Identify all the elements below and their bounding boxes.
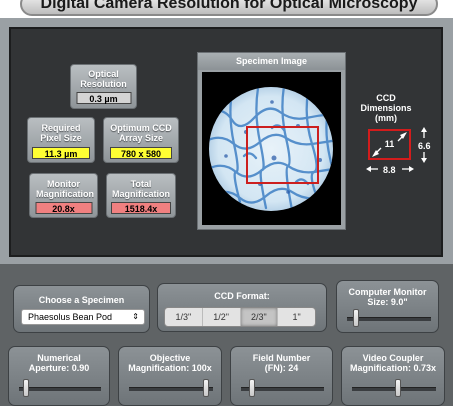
total-magnification-box: Total Magnification 1518.4x	[106, 173, 176, 218]
ccd-format-segmented-control: 1/3" 1/2" 2/3" 1"	[164, 307, 316, 327]
specimen-image-title: Specimen Image	[198, 53, 345, 70]
monitor-magnification-box: Monitor Magnification 20.8x	[29, 173, 98, 218]
ccd-diagonal-arrow-icon	[372, 132, 407, 157]
specimen-micrograph	[209, 87, 333, 211]
ccd-width-value: 8.8	[383, 165, 396, 175]
monitor-size-box: Computer Monitor Size: 9.0"	[336, 280, 439, 333]
optical-resolution-box: Optical Resolution 0.3 µm	[70, 64, 137, 109]
monitor-size-label: Computer Monitor Size: 9.0"	[348, 287, 427, 307]
app-title: Digital Camera Resolution for Optical Mi…	[20, 0, 438, 16]
monitor-magnification-label: Monitor Magnification	[36, 179, 94, 199]
monitor-size-track[interactable]	[347, 317, 431, 321]
video-coupler-box: Video Coupler Magnification: 0.73x	[341, 346, 445, 406]
specimen-dropdown-value: Phaesolus Bean Pod	[28, 312, 113, 322]
optical-resolution-label: Optical Resolution	[80, 69, 127, 89]
specimen-image-panel: Specimen Image	[197, 52, 346, 230]
ccd-format-box: CCD Format: 1/3" 1/2" 2/3" 1"	[157, 283, 327, 332]
required-pixel-size-value: 11.3 µm	[32, 147, 90, 159]
numerical-aperture-track[interactable]	[19, 387, 101, 391]
field-number-box: Field Number (FN): 24	[230, 346, 333, 406]
title-strip: Digital Camera Resolution for Optical Mi…	[0, 0, 453, 18]
objective-magnification-track[interactable]	[129, 387, 213, 391]
monitor-size-slider-thumb[interactable]	[353, 309, 360, 327]
objective-magnification-box: Objective Magnification: 100x	[118, 346, 222, 406]
field-number-slider-thumb[interactable]	[248, 379, 255, 397]
objective-magnification-label: Objective Magnification: 100x	[128, 353, 212, 373]
ccd-format-option-2-3[interactable]: 2/3"	[240, 308, 279, 326]
required-pixel-size-label: Required Pixel Size	[40, 123, 82, 143]
total-magnification-value: 1518.4x	[111, 202, 171, 214]
ccd-dimensions-label: CCD Dimensions (mm)	[360, 93, 412, 123]
field-number-label: Field Number (FN): 24	[252, 353, 311, 373]
specimen-viewport	[202, 72, 341, 225]
optimum-ccd-array-box: Optimum CCD Array Size 780 x 580	[103, 117, 179, 163]
numerical-aperture-slider-thumb[interactable]	[22, 379, 29, 397]
updown-arrows-icon: ⇕	[132, 312, 139, 321]
specimen-selector-box: Choose a Specimen Phaesolus Bean Pod ⇕	[13, 285, 150, 333]
specimen-dropdown[interactable]: Phaesolus Bean Pod ⇕	[21, 309, 145, 325]
optimum-ccd-array-value: 780 x 580	[110, 147, 172, 159]
video-coupler-slider-thumb[interactable]	[394, 379, 401, 397]
objective-magnification-slider-thumb[interactable]	[203, 379, 210, 397]
ccd-format-option-1-3[interactable]: 1/3"	[165, 308, 203, 326]
ccd-height-value: 6.6	[418, 141, 431, 151]
required-pixel-size-box: Required Pixel Size 11.3 µm	[27, 117, 95, 163]
ccd-format-option-1-2[interactable]: 1/2"	[203, 308, 241, 326]
ccd-format-label: CCD Format:	[214, 291, 270, 301]
monitor-magnification-value: 20.8x	[35, 202, 92, 214]
video-coupler-label: Video Coupler Magnification: 0.73x	[349, 353, 437, 373]
ccd-format-option-1[interactable]: 1"	[278, 308, 315, 326]
specimen-selector-label: Choose a Specimen	[38, 295, 125, 305]
optimum-ccd-array-label: Optimum CCD Array Size	[110, 123, 172, 143]
total-magnification-label: Total Magnification	[112, 179, 170, 199]
optical-resolution-value: 0.3 µm	[76, 92, 131, 104]
numerical-aperture-label: Numerical Aperture: 0.90	[28, 353, 90, 373]
numerical-aperture-box: Numerical Aperture: 0.90	[8, 346, 110, 406]
